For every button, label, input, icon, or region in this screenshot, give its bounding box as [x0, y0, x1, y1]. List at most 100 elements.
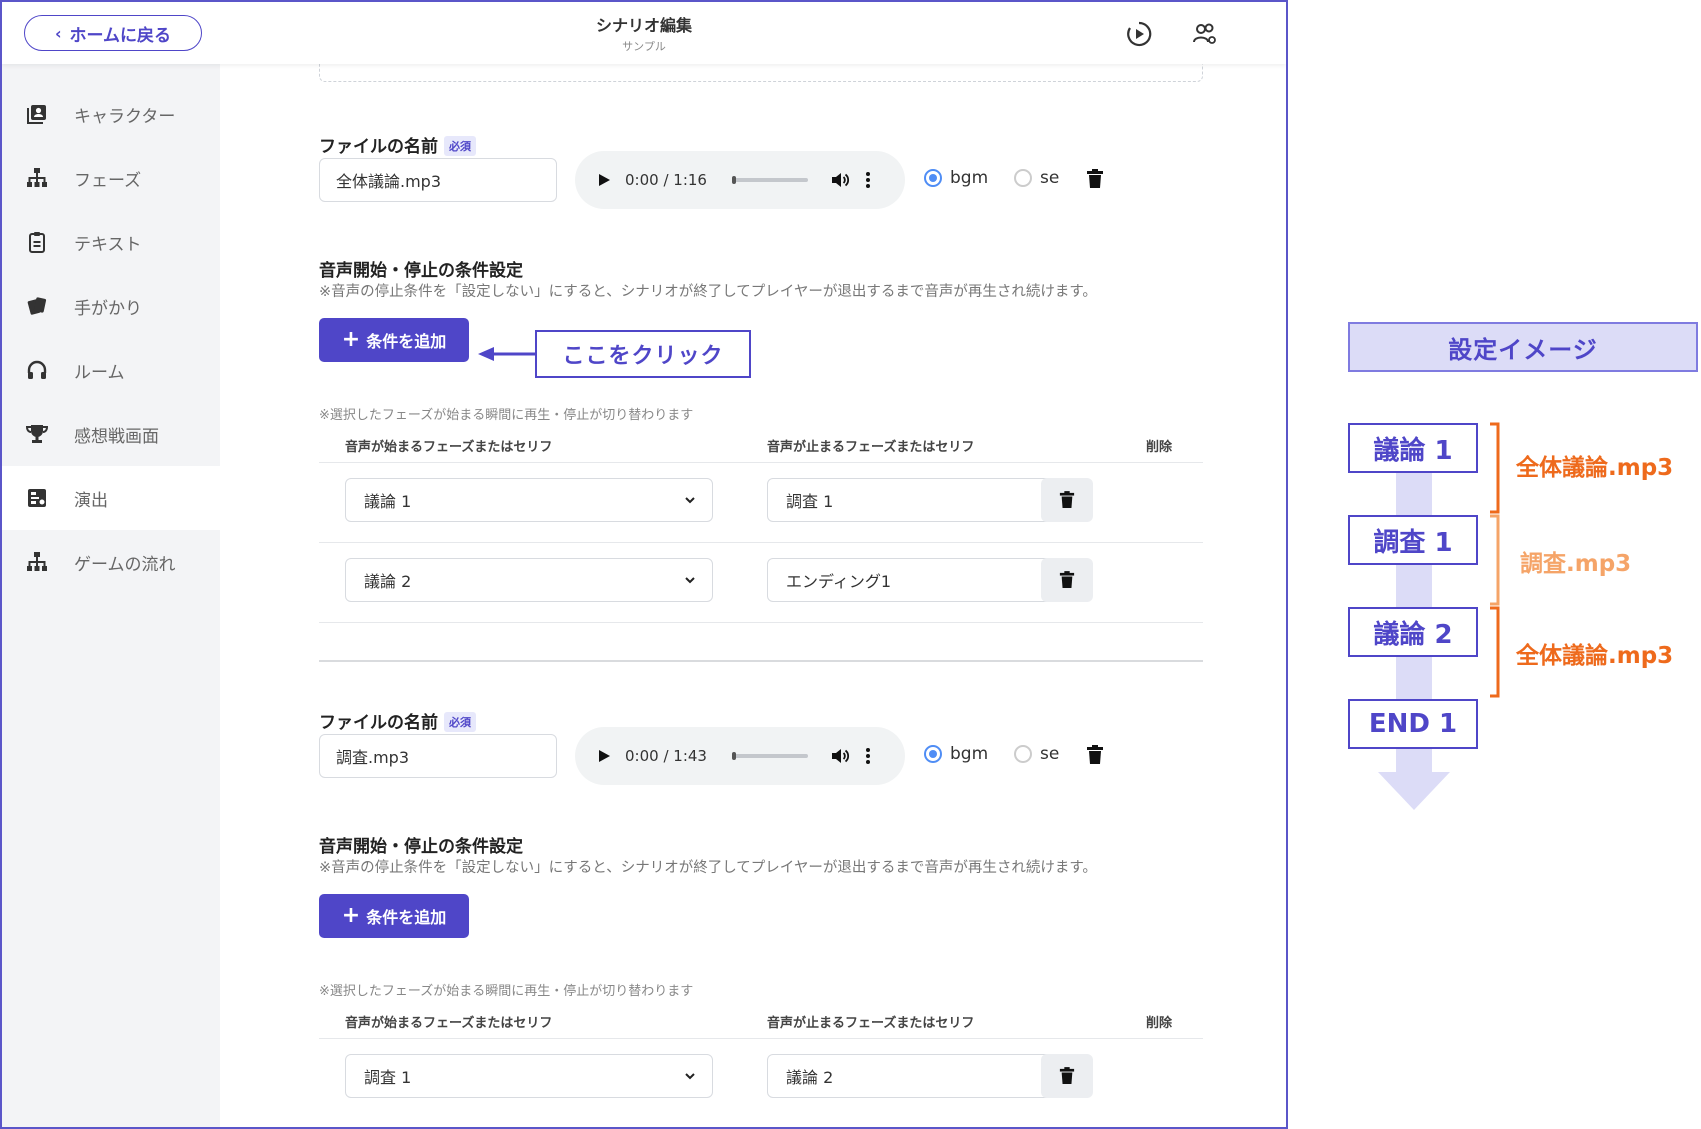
plus-icon: +: [341, 327, 361, 352]
sidebar-item-room[interactable]: ルーム: [2, 338, 220, 402]
trophy-icon: [24, 421, 50, 447]
range-label: 全体議論.mp3: [1516, 455, 1674, 481]
stop-phase-select[interactable]: 調査 1: [767, 478, 1069, 522]
sidebar-item-label: ゲームの流れ: [74, 554, 176, 575]
delete-row-button[interactable]: [1041, 558, 1093, 602]
page-subtitle: サンプル: [622, 40, 666, 53]
callout-arrow-icon: [478, 347, 536, 361]
volume-icon[interactable]: [830, 746, 850, 766]
switch-note: ※選択したフェーズが始まる瞬間に再生・停止が切り替わります: [319, 408, 694, 423]
sidebar-item-direction[interactable]: 演出: [2, 466, 220, 530]
range-brace: [1490, 422, 1500, 514]
radio-se[interactable]: se: [1014, 168, 1059, 188]
required-badge: 必須: [444, 712, 476, 732]
seek-slider[interactable]: [732, 752, 808, 760]
click-here-callout: ここをクリック: [535, 330, 751, 378]
sidebar-item-label: ルーム: [74, 362, 125, 383]
character-book-icon: [24, 101, 50, 127]
add-condition-button[interactable]: + 条件を追加: [319, 318, 469, 362]
sidebar-item-label: フェーズ: [74, 170, 142, 191]
sidebar-item-review[interactable]: 感想戦画面: [2, 402, 220, 466]
header: ‹ ホームに戻る シナリオ編集 サンプル: [2, 2, 1286, 64]
sidebar-item-label: 感想戦画面: [74, 426, 159, 447]
play-icon[interactable]: [597, 749, 611, 763]
trash-icon: [1059, 1067, 1075, 1084]
clipboard-icon: [24, 229, 50, 255]
trash-icon[interactable]: [1086, 745, 1104, 765]
media-board-icon: [24, 485, 50, 511]
volume-icon[interactable]: [830, 170, 850, 190]
stage-box: 議論 2: [1348, 607, 1478, 657]
column-header-start: 音声が始まるフェーズまたはセリフ: [345, 1016, 553, 1031]
start-phase-select[interactable]: 調査 1: [345, 1054, 713, 1098]
seek-slider[interactable]: [732, 176, 808, 184]
plus-icon: +: [341, 903, 361, 928]
play-preview-icon[interactable]: [1126, 21, 1152, 47]
sidebar-item-label: 手がかり: [74, 298, 142, 319]
file-name-label: ファイルの名前 必須: [319, 132, 476, 157]
start-phase-select[interactable]: 議論 2: [345, 558, 713, 602]
condition-title: 音声開始・停止の条件設定: [319, 261, 523, 281]
hierarchy-icon: [24, 165, 50, 191]
file-name-input[interactable]: 全体議論.mp3: [319, 158, 557, 202]
stage-box: 議論 1: [1348, 423, 1478, 473]
add-condition-button[interactable]: + 条件を追加: [319, 894, 469, 938]
column-header-stop: 音声が止まるフェーズまたはセリフ: [767, 1016, 975, 1031]
range-label: 全体議論.mp3: [1516, 643, 1674, 669]
column-header-delete: 削除: [1146, 440, 1173, 455]
required-badge: 必須: [444, 136, 476, 156]
stop-phase-select[interactable]: エンディング1: [767, 558, 1069, 602]
stage-box: END 1: [1348, 699, 1478, 749]
radio-dot: [924, 169, 942, 187]
player-time: 0:00 / 1:16: [625, 171, 707, 189]
play-icon[interactable]: [597, 173, 611, 187]
audio-player: 0:00 / 1:43: [575, 727, 905, 785]
app-window: ‹ ホームに戻る シナリオ編集 サンプル キャラクター フェーズ テキスト 手が…: [0, 0, 1288, 1129]
condition-note: ※音声の停止条件を「設定しない」にすると、シナリオが終了してプレイヤーが退出する…: [319, 284, 1097, 300]
range-brace: [1490, 514, 1500, 606]
more-options-icon[interactable]: [865, 746, 871, 766]
stage-box: 調査 1: [1348, 515, 1478, 565]
stop-phase-select[interactable]: 議論 2: [767, 1054, 1069, 1098]
file-name-label: ファイルの名前 必須: [319, 708, 476, 733]
column-header-start: 音声が始まるフェーズまたはセリフ: [345, 440, 553, 455]
sidebar: キャラクター フェーズ テキスト 手がかり ルーム 感想戦画面 演出 ゲームの流…: [2, 64, 220, 1127]
sidebar-item-label: 演出: [74, 490, 108, 511]
radio-se[interactable]: se: [1014, 744, 1059, 764]
sidebar-item-label: テキスト: [74, 234, 142, 255]
sidebar-item-label: キャラクター: [74, 106, 176, 127]
headphones-icon: [24, 357, 50, 383]
more-options-icon[interactable]: [865, 170, 871, 190]
radio-dot: [1014, 169, 1032, 187]
audio-player: 0:00 / 1:16: [575, 151, 905, 209]
trash-icon: [1059, 571, 1075, 588]
sidebar-item-clues[interactable]: 手がかり: [2, 274, 220, 338]
chevron-down-icon: [685, 1073, 695, 1080]
main-content: ファイルの名前 必須 全体議論.mp3 0:00 / 1:16 bgm se 音声…: [220, 56, 1286, 1127]
condition-title: 音声開始・停止の条件設定: [319, 837, 523, 857]
radio-dot: [1014, 745, 1032, 763]
users-settings-icon[interactable]: [1192, 21, 1218, 47]
trash-icon[interactable]: [1086, 169, 1104, 189]
sidebar-item-character[interactable]: キャラクター: [2, 82, 220, 146]
start-phase-select[interactable]: 議論 1: [345, 478, 713, 522]
player-time: 0:00 / 1:43: [625, 747, 707, 765]
delete-row-button[interactable]: [1041, 1054, 1093, 1098]
sidebar-item-text[interactable]: テキスト: [2, 210, 220, 274]
trash-icon: [1059, 491, 1075, 508]
condition-note: ※音声の停止条件を「設定しない」にすると、シナリオが終了してプレイヤーが退出する…: [319, 860, 1097, 876]
radio-bgm[interactable]: bgm: [924, 168, 988, 188]
file-name-input[interactable]: 調査.mp3: [319, 734, 557, 778]
hierarchy-icon: [24, 549, 50, 575]
sidebar-item-game-flow[interactable]: ゲームの流れ: [2, 530, 220, 594]
delete-row-button[interactable]: [1041, 478, 1093, 522]
radio-dot: [924, 745, 942, 763]
column-header-stop: 音声が止まるフェーズまたはセリフ: [767, 440, 975, 455]
radio-bgm[interactable]: bgm: [924, 744, 988, 764]
switch-note: ※選択したフェーズが始まる瞬間に再生・停止が切り替わります: [319, 984, 694, 999]
column-header-delete: 削除: [1146, 1016, 1173, 1031]
section-divider: [319, 660, 1203, 662]
sidebar-item-phase[interactable]: フェーズ: [2, 146, 220, 210]
cards-icon: [24, 293, 50, 319]
page-title: シナリオ編集: [595, 16, 692, 35]
